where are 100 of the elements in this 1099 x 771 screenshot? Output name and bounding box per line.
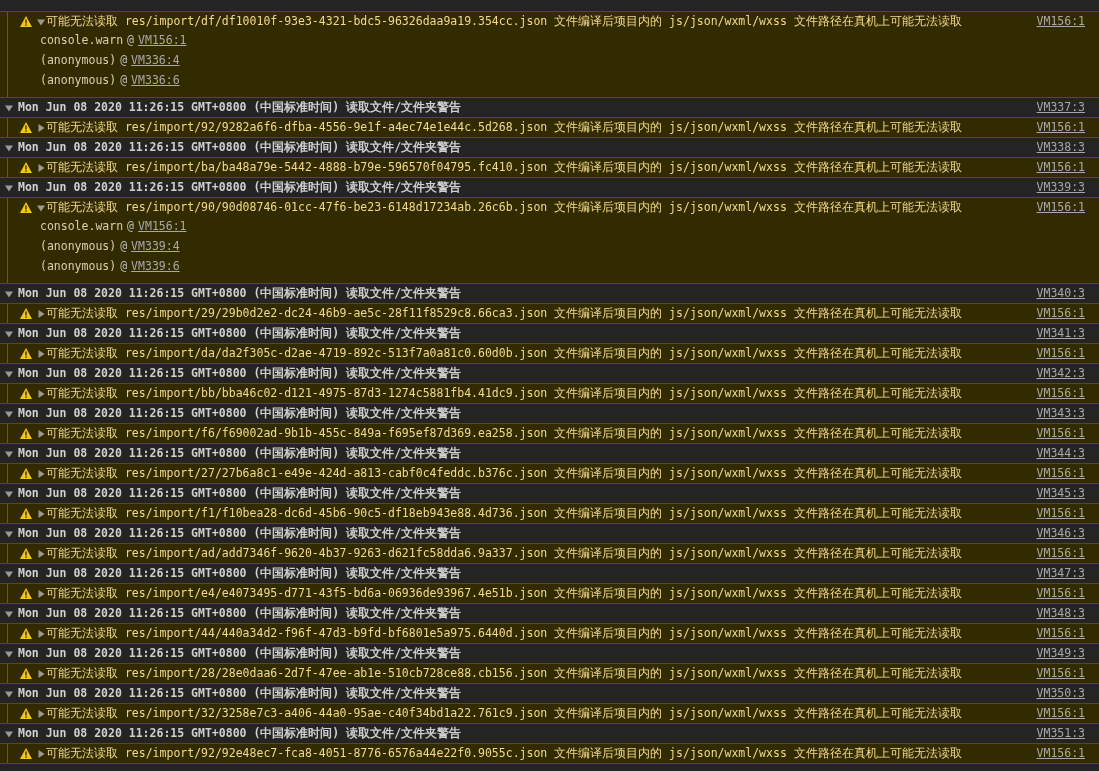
source-link[interactable]: VM341:3 [1036, 324, 1085, 343]
expanded-arrow-icon[interactable] [5, 289, 13, 298]
console-group-header[interactable]: Mon Jun 08 2020 11:26:15 GMT+0800 (中国标准时间) 读取文件/文件夹警告 VM350:3 [0, 684, 1099, 704]
expanded-arrow-icon[interactable] [5, 689, 13, 698]
source-link[interactable]: VM350:3 [1036, 684, 1085, 703]
group-title: Mon Jun 08 2020 11:26:15 GMT+0800 (中国标准时间) 读取文件/文件夹警告 [18, 524, 462, 542]
stack-function: (anonymous) [40, 238, 117, 256]
console-group-header[interactable]: Mon Jun 08 2020 11:26:15 GMT+0800 (中国标准时间) 读取文件/文件夹警告 VM340:3 [0, 284, 1099, 304]
collapsed-arrow-icon[interactable] [37, 469, 45, 478]
source-link[interactable]: VM337:3 [1036, 98, 1085, 117]
source-link[interactable]: VM156:1 [1036, 664, 1085, 683]
source-link[interactable]: VM347:3 [1036, 564, 1085, 583]
expanded-arrow-icon[interactable] [5, 369, 13, 378]
expanded-arrow-icon[interactable] [5, 649, 13, 658]
warning-text: 可能无法读取 res/import/ba/ba48a79e-5442-4888-b79e-596570f04795.fc410.json 文件编译后项目内的 js/json/wxml/wxss 文件路径在真机上可能无法读取 [46, 158, 962, 176]
console-group-header[interactable]: Mon Jun 08 2020 11:26:15 GMT+0800 (中国标准时间) 读取文件/文件夹警告 VM337:3 [0, 98, 1099, 118]
console-group-header[interactable]: Mon Jun 08 2020 11:26:15 GMT+0800 (中国标准时间) 读取文件/文件夹警告 VM347:3 [0, 564, 1099, 584]
stack-source-link[interactable]: VM339:4 [131, 238, 180, 256]
collapsed-arrow-icon[interactable] [37, 589, 45, 598]
expanded-arrow-icon[interactable] [37, 203, 45, 212]
group-title: Mon Jun 08 2020 11:26:15 GMT+0800 (中国标准时间) 读取文件/文件夹警告 [18, 484, 462, 502]
source-link[interactable]: VM340:3 [1036, 284, 1085, 303]
console-group-header[interactable]: Mon Jun 08 2020 11:26:15 GMT+0800 (中国标准时间) 读取文件/文件夹警告 VM343:3 [0, 404, 1099, 424]
expanded-arrow-icon[interactable] [5, 103, 13, 112]
warning-text: 可能无法读取 res/import/ad/add7346f-9620-4b37-9263-d621fc58dda6.9a337.json 文件编译后项目内的 js/json/wxml/wxss 文件路径在真机上可能无法读取 [46, 544, 962, 562]
console-group-header[interactable]: Mon Jun 08 2020 11:26:15 GMT+0800 (中国标准时间) 读取文件/文件夹警告 VM338:3 [0, 138, 1099, 158]
group-title: Mon Jun 08 2020 11:26:15 GMT+0800 (中国标准时间) 读取文件/文件夹警告 [18, 724, 462, 742]
collapsed-arrow-icon[interactable] [37, 163, 45, 172]
source-link[interactable]: VM156:1 [1036, 118, 1085, 137]
stack-function: (anonymous) [40, 52, 117, 70]
expanded-arrow-icon[interactable] [5, 529, 13, 538]
source-link[interactable]: VM351:3 [1036, 724, 1085, 743]
source-link[interactable]: VM339:3 [1036, 178, 1085, 197]
source-link[interactable]: VM156:1 [1036, 544, 1085, 563]
console-group-header[interactable]: Mon Jun 08 2020 11:26:15 GMT+0800 (中国标准时间) 读取文件/文件夹警告 VM341:3 [0, 324, 1099, 344]
source-link[interactable]: VM156:1 [1036, 464, 1085, 483]
expanded-arrow-icon[interactable] [5, 569, 13, 578]
console-group-header[interactable]: Mon Jun 08 2020 11:26:15 GMT+0800 (中国标准时间) 读取文件/文件夹警告 VM348:3 [0, 604, 1099, 624]
expanded-arrow-icon[interactable] [5, 489, 13, 498]
stack-source-link[interactable]: VM156:1 [138, 32, 187, 50]
stack-source-link[interactable]: VM339:6 [131, 258, 180, 276]
source-link[interactable]: VM156:1 [1036, 384, 1085, 403]
console-group-header[interactable]: Mon Jun 08 2020 11:26:15 GMT+0800 (中国标准时间) 读取文件/文件夹警告 VM344:3 [0, 444, 1099, 464]
collapsed-arrow-icon[interactable] [37, 309, 45, 318]
console-group-header[interactable]: Mon Jun 08 2020 11:26:15 GMT+0800 (中国标准时间) 读取文件/文件夹警告 VM349:3 [0, 644, 1099, 664]
source-link[interactable]: VM342:3 [1036, 364, 1085, 383]
expanded-arrow-icon[interactable] [5, 449, 13, 458]
source-link[interactable]: VM156:1 [1036, 624, 1085, 643]
warning-text: 可能无法读取 res/import/bb/bba46c02-d121-4975-87d3-1274c5881fb4.41dc9.json 文件编译后项目内的 js/json/wxml/wxss 文件路径在真机上可能无法读取 [46, 384, 962, 402]
collapsed-arrow-icon[interactable] [37, 509, 45, 518]
source-link[interactable]: VM348:3 [1036, 604, 1085, 623]
console-group-header[interactable]: Mon Jun 08 2020 11:26:15 GMT+0800 (中国标准时间) 读取文件/文件夹警告 VM345:3 [0, 484, 1099, 504]
console-group-header[interactable]: Mon Jun 08 2020 11:26:15 GMT+0800 (中国标准时间) 读取文件/文件夹警告 VM342:3 [0, 364, 1099, 384]
collapsed-arrow-icon[interactable] [37, 749, 45, 758]
console-group-header[interactable]: Mon Jun 08 2020 11:26:15 GMT+0800 (中国标准时间) 读取文件/文件夹警告 VM346:3 [0, 524, 1099, 544]
source-link[interactable]: VM156:1 [1036, 704, 1085, 723]
expanded-arrow-icon[interactable] [5, 329, 13, 338]
expanded-arrow-icon[interactable] [5, 183, 13, 192]
expanded-arrow-icon[interactable] [5, 609, 13, 618]
source-link[interactable]: VM156:1 [1036, 158, 1085, 177]
source-link[interactable]: VM156:1 [1036, 12, 1085, 31]
warning-text: 可能无法读取 res/import/e4/e4073495-d771-43f5-bd6a-06936de93967.4e51b.json 文件编译后项目内的 js/json/wxml/wxss 文件路径在真机上可能无法读取 [46, 584, 962, 602]
source-link[interactable]: VM349:3 [1036, 644, 1085, 663]
source-link[interactable]: VM156:1 [1036, 198, 1085, 217]
source-link[interactable]: VM338:3 [1036, 138, 1085, 157]
collapsed-arrow-icon[interactable] [37, 669, 45, 678]
collapsed-arrow-icon[interactable] [37, 629, 45, 638]
stack-source-link[interactable]: VM156:1 [138, 218, 187, 236]
source-link[interactable]: VM345:3 [1036, 484, 1085, 503]
stack-source-link[interactable]: VM336:4 [131, 52, 180, 70]
source-link[interactable]: VM344:3 [1036, 444, 1085, 463]
expanded-arrow-icon[interactable] [5, 143, 13, 152]
group-title: Mon Jun 08 2020 11:26:15 GMT+0800 (中国标准时间) 读取文件/文件夹警告 [18, 324, 462, 342]
group-title: Mon Jun 08 2020 11:26:15 GMT+0800 (中国标准时间) 读取文件/文件夹警告 [18, 684, 462, 702]
warning-icon [20, 348, 32, 359]
group-title: Mon Jun 08 2020 11:26:15 GMT+0800 (中国标准时间) 读取文件/文件夹警告 [18, 178, 462, 196]
source-link[interactable]: VM156:1 [1036, 584, 1085, 603]
expanded-arrow-icon[interactable] [37, 17, 45, 26]
console-group-header[interactable]: Mon Jun 08 2020 11:26:15 GMT+0800 (中国标准时间) 读取文件/文件夹警告 VM339:3 [0, 178, 1099, 198]
warning-icon [20, 428, 32, 439]
warning-icon [20, 308, 32, 319]
source-link[interactable]: VM156:1 [1036, 424, 1085, 443]
collapsed-arrow-icon[interactable] [37, 123, 45, 132]
stack-source-link[interactable]: VM336:6 [131, 72, 180, 90]
source-link[interactable]: VM343:3 [1036, 404, 1085, 423]
source-link[interactable]: VM156:1 [1036, 744, 1085, 763]
console-group-header[interactable]: Mon Jun 08 2020 11:26:15 GMT+0800 (中国标准时间) 读取文件/文件夹警告 VM351:3 [0, 724, 1099, 744]
collapsed-arrow-icon[interactable] [37, 349, 45, 358]
expanded-arrow-icon[interactable] [5, 409, 13, 418]
collapsed-arrow-icon[interactable] [37, 549, 45, 558]
collapsed-arrow-icon[interactable] [37, 389, 45, 398]
expanded-arrow-icon[interactable] [5, 729, 13, 738]
source-link[interactable]: VM346:3 [1036, 524, 1085, 543]
collapsed-arrow-icon[interactable] [37, 429, 45, 438]
collapsed-arrow-icon[interactable] [37, 709, 45, 718]
source-link[interactable]: VM156:1 [1036, 504, 1085, 523]
source-link[interactable]: VM156:1 [1036, 344, 1085, 363]
group-title: Mon Jun 08 2020 11:26:15 GMT+0800 (中国标准时间) 读取文件/文件夹警告 [18, 98, 462, 116]
source-link[interactable]: VM156:1 [1036, 304, 1085, 323]
warning-text: 可能无法读取 res/import/90/90d08746-01cc-47f6-be23-6148d17234ab.26c6b.json 文件编译后项目内的 js/json/wxml/wxss 文件路径在真机上可能无法读取 [46, 198, 962, 216]
